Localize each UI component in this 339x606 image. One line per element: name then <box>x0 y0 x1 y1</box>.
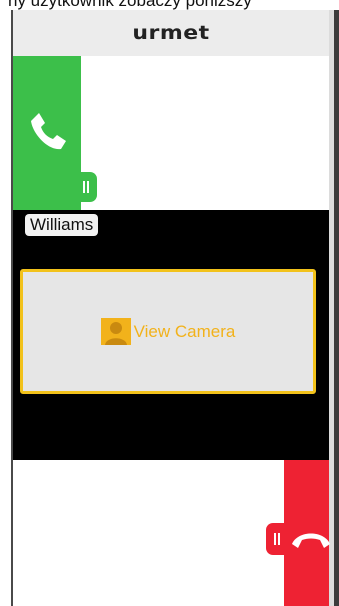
caption-strip: ny użytkownik zobaczy poniższy <box>0 0 339 10</box>
video-area: Williams View Camera <box>13 210 329 460</box>
view-camera-button[interactable]: View Camera <box>20 269 316 394</box>
urmet-logo: urmet <box>132 22 210 44</box>
phone-hangup-icon <box>292 533 330 548</box>
grip-line <box>274 533 276 545</box>
grip-line <box>83 181 85 193</box>
device-frame-right <box>334 10 339 606</box>
hangup-slider-track[interactable] <box>13 460 330 606</box>
grip-line <box>278 533 280 545</box>
phone-answer-icon <box>31 113 66 150</box>
caller-name-label: Williams <box>25 214 99 236</box>
camera-person-icon <box>100 318 131 345</box>
grip-line <box>87 181 89 193</box>
hangup-slider-panel[interactable] <box>284 460 330 606</box>
view-camera-label: View Camera <box>133 321 236 341</box>
answer-slider-track[interactable] <box>13 56 329 210</box>
app-header: urmet <box>13 10 329 56</box>
answer-slider-panel[interactable] <box>13 56 81 210</box>
caption-text: ny użytkownik zobaczy poniższy <box>8 0 252 10</box>
answer-slider-handle[interactable] <box>77 172 97 202</box>
